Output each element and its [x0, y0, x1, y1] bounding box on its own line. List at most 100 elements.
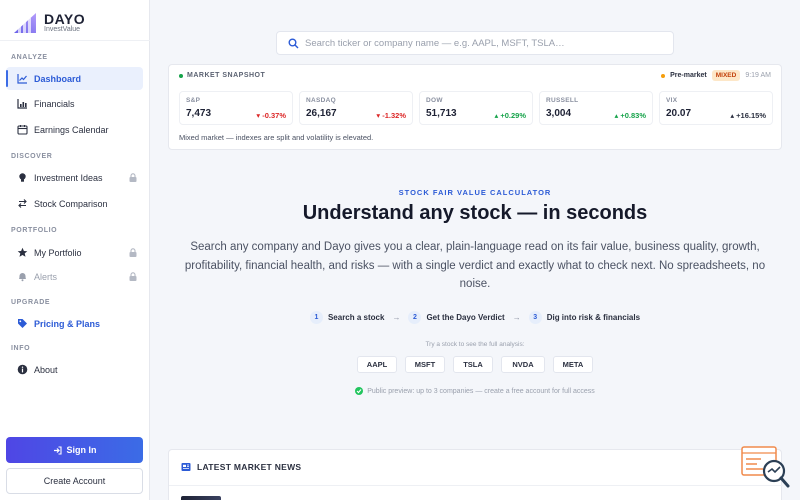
status-dot-icon: [661, 73, 666, 78]
index-name: NASDAQ: [306, 97, 336, 104]
ticker-chip-nvda[interactable]: NVDA: [501, 356, 545, 373]
sidebar-item-label: Financials: [34, 98, 75, 109]
ticker-chip-msft[interactable]: MSFT: [405, 356, 445, 373]
lock-icon: [129, 272, 137, 281]
hero-eyebrow: STOCK FAIR VALUE CALCULATOR: [398, 188, 552, 197]
index-name: VIX: [666, 97, 678, 104]
sidebar-item-stock-comparison[interactable]: Stock Comparison: [6, 192, 143, 215]
index-name: S&P: [186, 97, 201, 104]
sidebar-item-pricing[interactable]: Pricing & Plans: [6, 312, 143, 335]
brand-subtitle: InvestValue: [44, 26, 81, 33]
index-card-nasdaq[interactable]: NASDAQ 26,167 ▾ -1.32%: [299, 91, 413, 125]
brand-name: DAYO: [44, 11, 86, 27]
live-dot-icon: [179, 73, 183, 78]
section-portfolio: PORTFOLIO: [11, 227, 58, 234]
compare-icon: [16, 198, 28, 210]
newspaper-icon: [181, 463, 191, 471]
search-input[interactable]: [305, 37, 665, 49]
ticker-chip-meta[interactable]: META: [553, 356, 593, 373]
sidebar-item-label: About: [34, 364, 58, 375]
divider: [0, 40, 150, 41]
preview-notice-text: Public preview: up to 3 companies — crea…: [367, 387, 595, 395]
step-number: 3: [528, 311, 542, 324]
line-chart-icon: [16, 73, 28, 85]
step-number: 1: [309, 311, 323, 324]
sidebar-item-label: Stock Comparison: [34, 198, 108, 209]
sign-in-button[interactable]: Sign In: [6, 437, 143, 463]
sidebar-item-about[interactable]: About: [6, 358, 143, 381]
index-card-russell[interactable]: RUSSELL 3,004 ▴ +0.83%: [539, 91, 653, 125]
sidebar-item-my-portfolio[interactable]: My Portfolio: [6, 241, 143, 264]
sidebar-item-alerts[interactable]: Alerts: [6, 265, 143, 288]
sidebar-item-label: Alerts: [34, 271, 58, 282]
sidebar-item-investment-ideas[interactable]: Investment Ideas: [6, 166, 143, 189]
sign-in-icon: [53, 445, 62, 455]
ticker-suggestions: AAPL MSFT TSLA NVDA META: [168, 356, 782, 373]
lightbulb-icon: [16, 172, 28, 184]
index-card-sp500[interactable]: S&P 7,473 ▾ -0.37%: [179, 91, 293, 125]
analysis-widget-icon[interactable]: [741, 445, 791, 490]
lock-icon: [129, 248, 137, 257]
sidebar: DAYO InvestValue ANALYZE Dashboard Finan…: [0, 0, 150, 500]
index-value: 20.07: [666, 108, 692, 119]
section-analyze: ANALYZE: [11, 54, 48, 61]
index-card-vix[interactable]: VIX 20.07 ▴ +16.15%: [659, 91, 773, 125]
try-stock-label: Try a stock to see the full analysis:: [425, 341, 525, 348]
lock-icon: [129, 173, 137, 182]
how-it-works-steps: 1 Search a stock → 2 Get the Dayo Verdic…: [168, 311, 782, 324]
create-account-button[interactable]: Create Account: [6, 468, 143, 494]
index-value: 7,473: [186, 108, 212, 119]
preview-notice: Public preview: up to 3 companies — crea…: [168, 387, 782, 395]
news-title: LATEST MARKET NEWS: [181, 462, 301, 472]
search-bar[interactable]: [276, 31, 674, 55]
sidebar-item-label: Dashboard: [34, 73, 82, 84]
step-number: 2: [408, 311, 422, 324]
info-icon: [16, 364, 28, 376]
arrow-right-icon: →: [512, 313, 521, 322]
index-change: ▴ +16.15%: [730, 111, 766, 120]
market-status: Pre-market MIXED 9:19 AM: [661, 70, 771, 81]
ticker-chip-tsla[interactable]: TSLA: [453, 356, 493, 373]
index-value: 51,713: [426, 108, 457, 119]
index-change: ▴ +0.83%: [614, 111, 646, 120]
latest-news-panel: LATEST MARKET NEWS: [168, 449, 783, 500]
section-info: INFO: [11, 345, 31, 352]
sidebar-item-label: Pricing & Plans: [34, 318, 101, 329]
ticker-chip-aapl[interactable]: AAPL: [357, 356, 397, 373]
snapshot-time: 9:19 AM: [745, 72, 771, 79]
logo-chart-icon: [14, 13, 36, 33]
hero-description: Search any company and Dayo gives you a …: [184, 241, 766, 290]
snapshot-title-text: MARKET SNAPSHOT: [187, 72, 266, 79]
search-icon: [288, 38, 299, 48]
snapshot-title: MARKET SNAPSHOT: [179, 72, 265, 79]
step-label: Search a stock: [327, 313, 385, 322]
sidebar-item-dashboard[interactable]: Dashboard: [6, 67, 143, 90]
index-change: ▴ +0.29%: [494, 111, 526, 120]
calendar-icon: [16, 124, 28, 136]
index-card-dow[interactable]: DOW 51,713 ▴ +0.29%: [419, 91, 533, 125]
star-icon: [16, 247, 28, 259]
index-change: ▾ -1.32%: [376, 111, 406, 120]
sidebar-item-earnings-calendar[interactable]: Earnings Calendar: [6, 118, 143, 141]
news-title-text: LATEST MARKET NEWS: [197, 462, 302, 472]
bar-chart-icon: [16, 98, 28, 110]
snapshot-note: Mixed market — indexes are split and vol…: [179, 133, 374, 142]
market-snapshot: MARKET SNAPSHOT Pre-market MIXED 9:19 AM…: [168, 64, 782, 150]
sidebar-item-label: Investment Ideas: [34, 172, 103, 183]
session-label: Pre-market: [670, 72, 707, 79]
index-value: 26,167: [306, 108, 337, 119]
section-upgrade: UPGRADE: [11, 299, 51, 306]
sidebar-item-financials[interactable]: Financials: [6, 92, 143, 115]
step-label: Get the Dayo Verdict: [426, 313, 505, 322]
news-thumbnail[interactable]: [181, 496, 221, 500]
sidebar-item-label: Earnings Calendar: [34, 124, 109, 135]
brand[interactable]: DAYO InvestValue: [12, 8, 85, 38]
index-name: DOW: [426, 97, 443, 104]
page-title: Understand any stock — in seconds: [302, 202, 648, 224]
check-circle-icon: [355, 387, 364, 395]
sidebar-item-label: My Portfolio: [34, 247, 82, 258]
step-label: Dig into risk & financials: [546, 313, 641, 322]
index-name: RUSSELL: [546, 97, 579, 104]
sign-in-label: Sign In: [66, 445, 97, 455]
arrow-right-icon: →: [392, 313, 401, 322]
